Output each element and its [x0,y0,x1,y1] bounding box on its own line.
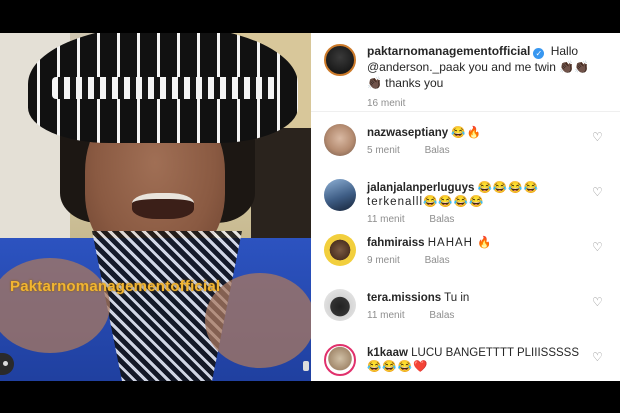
comment-body-line2: terkenalll😂😂😂😂 [367,196,485,208]
comment-body: LUCU BANGETTTT PLIIISSSSS [411,347,579,359]
heart-icon[interactable]: ♡ [592,296,604,308]
comment-username[interactable]: tera.missions [367,292,441,304]
heart-icon[interactable]: ♡ [592,351,604,363]
comment-text: nazwaseptiany 😂🔥 [367,126,620,140]
media-indicator-icon [303,361,309,371]
comment-timestamp: 9 menit [367,255,400,266]
comment-username[interactable]: k1kaaw [367,347,408,359]
comment-meta: 9 menit Balas [367,255,620,266]
comment-item: jalanjalanperluguys 😂😂😂😂 terkenalll😂😂😂😂 … [311,167,620,225]
heart-icon[interactable]: ♡ [592,241,604,253]
comment-username[interactable]: fahmiraiss [367,237,425,249]
comment-item: fahmiraiss HAHAH 🔥 9 menit Balas ♡ [311,222,620,277]
caption-timestamp: 16 menit [367,98,406,109]
comment-meta: 5 menit Balas [367,145,620,156]
hat-band [52,77,277,99]
caption-text: paktarnomanagementofficial ✓ Hallo @ander… [367,43,608,91]
reply-button[interactable]: Balas [425,255,450,266]
verified-badge-icon: ✓ [533,48,545,59]
post-caption: paktarnomanagementofficial ✓ Hallo @ander… [311,33,620,112]
comment-timestamp: 5 menit [367,145,400,156]
watermark-text: Paktarnomanagementofficial [10,278,221,295]
reply-button[interactable]: Balas [429,310,454,321]
comment-body-line2: 😂😂😂❤️ [367,361,429,373]
avatar[interactable] [324,179,356,211]
avatar[interactable] [324,289,356,321]
comment-item: nazwaseptiany 😂🔥 5 menit Balas ♡ [311,112,620,167]
caption-username[interactable]: paktarnomanagementofficial [367,44,530,58]
heart-icon[interactable]: ♡ [592,131,604,143]
comments-panel: paktarnomanagementofficial ✓ Hallo @ander… [311,33,620,381]
comment-text: jalanjalanperluguys 😂😂😂😂 terkenalll😂😂😂😂 [367,181,620,209]
post-media[interactable]: Paktarnomanagementofficial [0,33,311,381]
avatar[interactable] [324,44,356,76]
heart-icon[interactable]: ♡ [592,186,604,198]
avatar[interactable] [324,124,356,156]
avatar[interactable] [324,344,356,376]
comment-username[interactable]: nazwaseptiany [367,127,448,139]
comment-username[interactable]: jalanjalanperluguys [367,182,474,194]
comment-item: tera.missions Tu in 11 menit Balas ♡ [311,277,620,332]
person-mouth [132,193,194,219]
caption-text-pre: Hallo [550,44,579,58]
comment-timestamp: 11 menit [367,310,405,321]
post-frame: Paktarnomanagementofficial paktarnomanag… [0,33,620,381]
avatar[interactable] [324,234,356,266]
comment-body: HAHAH 🔥 [427,237,493,249]
comment-body: Tu in [444,292,470,304]
letterbox-bottom [0,381,620,413]
comment-item: k1kaaw LUCU BANGETTTT PLIIISSSSS 😂😂😂❤️ ♡ [311,332,620,381]
comment-meta: 11 menit Balas [367,310,620,321]
comment-body: 😂😂😂😂 [477,182,539,194]
caption-mention[interactable]: @anderson._paak [367,60,465,74]
comment-text: tera.missions Tu in [367,291,620,305]
caption-text-post: you and me twin 👏🏿👏🏿 [465,60,590,74]
comment-text: k1kaaw LUCU BANGETTTT PLIIISSSSS 😂😂😂❤️ [367,346,620,374]
comment-body: 😂🔥 [451,127,483,139]
caption-text-line2: 👏🏿 thanks you [367,76,444,90]
reply-button[interactable]: Balas [425,145,450,156]
comment-text: fahmiraiss HAHAH 🔥 [367,236,620,250]
